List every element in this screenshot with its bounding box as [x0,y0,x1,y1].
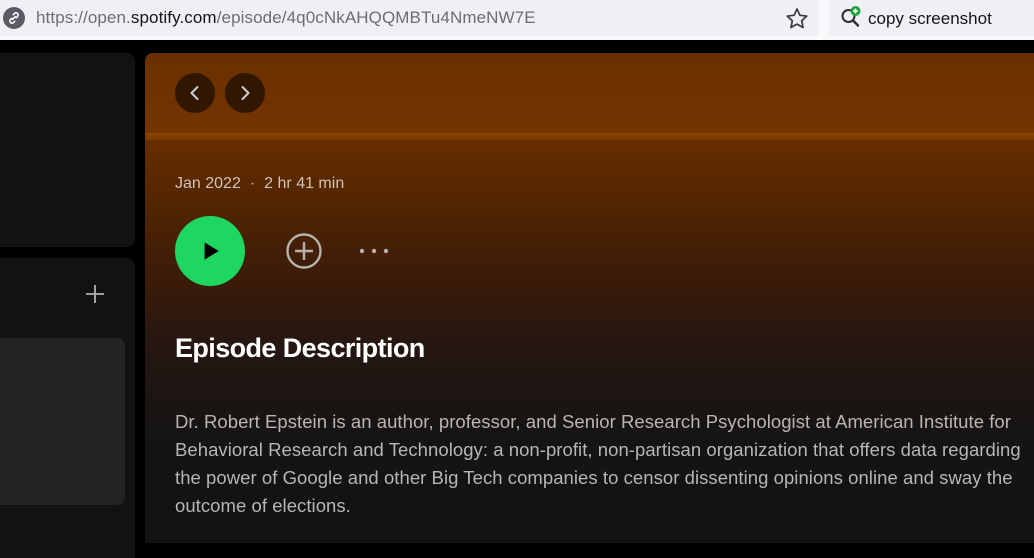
play-icon [204,242,219,260]
link-icon[interactable] [3,7,25,29]
copy-screenshot-label: copy screenshot [868,9,992,28]
url-path: /episode/4q0cNkAHQQMBTu4NmeNW7E [216,8,536,27]
meta-separator: · [249,175,256,192]
episode-description: Dr. Robert Epstein is an author, profess… [175,411,1021,516]
chevron-left-icon [190,86,199,100]
url-text[interactable]: https://open.spotify.com/episode/4q0cNkA… [36,8,536,28]
plus-icon[interactable] [83,282,107,306]
more-dots-icon[interactable] [358,242,392,260]
episode-main-panel: Jan 2022 · 2 hr 41 min Episode Description… [145,53,1034,543]
plus-circle-icon[interactable] [285,232,323,270]
episode-meta: Jan 2022 · 2 hr 41 min [175,175,344,193]
library-card[interactable] [0,338,125,505]
episode-date: Jan 2022 [175,175,241,192]
sidebar-nav-panel [0,53,135,247]
url-host: spotify.com [130,8,217,27]
header-divider [145,133,1034,140]
play-button[interactable] [175,216,245,286]
episode-duration: 2 hr 41 min [264,175,345,192]
description-heading: Episode Description [175,333,425,363]
chevron-right-icon [241,86,250,100]
magnifier-plus-icon [841,6,861,27]
back-button[interactable] [175,73,215,113]
address-bar[interactable]: https://open.spotify.com/episode/4q0cNkA… [0,0,818,36]
url-prefix: https://open. [36,8,131,27]
star-icon[interactable] [784,6,810,32]
copy-screenshot-button[interactable]: copy screenshot [829,0,1034,36]
forward-button[interactable] [225,73,265,113]
top-bar [145,53,1034,133]
browser-toolbar: https://open.spotify.com/episode/4q0cNkA… [0,0,1034,40]
